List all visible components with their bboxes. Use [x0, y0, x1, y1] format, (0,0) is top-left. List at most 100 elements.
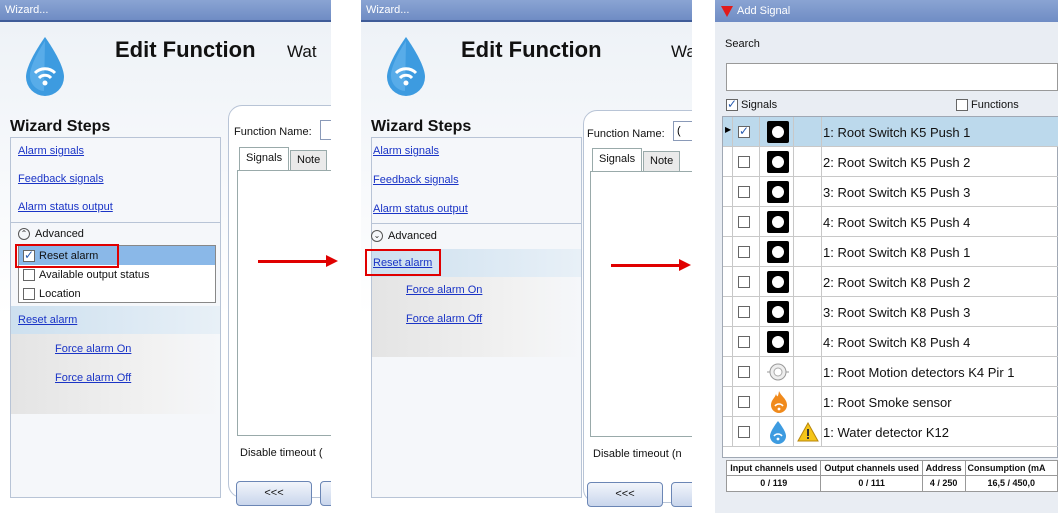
page-title: Edit Function	[461, 37, 602, 62]
window-title: Wizard...	[0, 0, 331, 20]
checkbox[interactable]	[738, 396, 750, 408]
search-input[interactable]	[726, 63, 1058, 91]
water-drop-icon	[26, 37, 64, 96]
tab-signals[interactable]: Signals	[239, 147, 290, 170]
option-location[interactable]: Location	[19, 284, 215, 303]
function-name-input[interactable]	[320, 120, 331, 140]
tab-signals[interactable]: Signals	[592, 148, 643, 171]
tab-notes[interactable]: Note	[643, 151, 681, 171]
checkbox[interactable]	[738, 276, 750, 288]
checkbox[interactable]	[956, 99, 968, 111]
checkbox[interactable]	[738, 216, 750, 228]
back-button[interactable]: <<<	[587, 482, 663, 507]
checkbox[interactable]	[738, 426, 750, 438]
wizard-panel-2: Wizard... Edit Function Wat Wizard Steps…	[361, 0, 692, 513]
signal-row[interactable]: ▶ 1: Root Switch K5 Push 1	[723, 117, 1058, 147]
footer-header: Address	[923, 461, 966, 475]
step-force-alarm-off[interactable]: Force alarm Off	[55, 372, 131, 384]
row-indicator	[723, 327, 733, 356]
checkbox[interactable]	[738, 246, 750, 258]
step-force-alarm-on[interactable]: Force alarm On	[55, 343, 131, 355]
arrow-right-icon	[258, 255, 338, 267]
signal-row[interactable]: 4: Root Switch K5 Push 4	[723, 207, 1058, 237]
dialog-title: Add Signal	[737, 5, 791, 17]
checkbox[interactable]	[738, 306, 750, 318]
footer-header: Output channels used	[821, 461, 923, 475]
signal-row[interactable]: 2: Root Switch K5 Push 2	[723, 147, 1058, 177]
checkbox[interactable]	[23, 268, 35, 281]
advanced-toggle[interactable]: ⌃ Advanced	[18, 228, 84, 240]
advanced-toggle[interactable]: ⌄ Advanced	[371, 230, 437, 242]
signal-name: 1: Water detector K12	[823, 425, 949, 440]
wizard-steps-title: Wizard Steps	[371, 118, 472, 135]
function-type-label: Wat	[287, 42, 317, 61]
signal-row[interactable]: 1: Root Smoke sensor	[723, 387, 1058, 417]
signal-list: ▶ 1: Root Switch K5 Push 1 2: Root Switch …	[722, 116, 1058, 458]
step-feedback-signals[interactable]: Feedback signals	[373, 174, 459, 186]
row-indicator	[723, 357, 733, 386]
wizard-panel-1: Wizard... Edit Function Wat Wizard Steps…	[0, 0, 331, 513]
step-force-alarm-off[interactable]: Force alarm Off	[406, 313, 482, 325]
row-indicator	[723, 387, 733, 416]
row-indicator	[723, 237, 733, 266]
step-alarm-status-output[interactable]: Alarm status output	[373, 203, 468, 215]
filter-functions[interactable]: Functions	[956, 99, 1019, 111]
row-indicator	[723, 267, 733, 296]
function-type-label: Wat	[671, 42, 692, 61]
row-indicator	[723, 147, 733, 176]
signal-name: 2: Root Switch K5 Push 2	[823, 155, 971, 170]
checkbox[interactable]	[738, 186, 750, 198]
signal-name: 1: Root Motion detectors K4 Pir 1	[823, 365, 1015, 380]
signal-name: 1: Root Switch K8 Push 1	[823, 245, 971, 260]
function-name-input[interactable]: (	[673, 121, 692, 141]
filter-signals-label: Signals	[741, 99, 778, 111]
footer-value: 0 / 119	[727, 476, 822, 491]
next-button[interactable]	[320, 481, 331, 506]
row-indicator	[723, 297, 733, 326]
checkbox-checked[interactable]	[738, 124, 750, 138]
chevron-up-icon: ⌃	[18, 228, 30, 240]
filter-functions-label: Functions	[971, 99, 1019, 111]
dialog-logo-icon	[721, 6, 733, 17]
checkbox[interactable]	[738, 156, 750, 168]
footer-value: 0 / 111	[821, 476, 923, 491]
highlight-box	[365, 249, 441, 276]
signal-row[interactable]: 2: Root Switch K8 Push 2	[723, 267, 1058, 297]
water-drop-icon	[387, 37, 425, 96]
footer-value: 16,5 / 450,0	[987, 478, 1036, 488]
checkbox-checked[interactable]	[726, 97, 738, 111]
page-title: Edit Function	[115, 37, 256, 62]
step-reset-alarm[interactable]: Reset alarm	[18, 314, 77, 326]
checkbox[interactable]	[738, 366, 750, 378]
signal-name: 4: Root Switch K8 Push 4	[823, 335, 971, 350]
tab-notes[interactable]: Note	[290, 150, 328, 170]
next-button[interactable]	[671, 482, 692, 507]
signal-name: 2: Root Switch K8 Push 2	[823, 275, 971, 290]
signal-row[interactable]: 1: Root Motion detectors K4 Pir 1	[723, 357, 1058, 387]
advanced-label: Advanced	[388, 230, 437, 242]
row-indicator: ▶	[723, 117, 733, 146]
back-button[interactable]: <<<	[236, 481, 312, 506]
step-force-alarm-on[interactable]: Force alarm On	[406, 284, 482, 296]
advanced-label: Advanced	[35, 228, 84, 240]
signal-name: 3: Root Switch K8 Push 3	[823, 305, 971, 320]
step-alarm-signals[interactable]: Alarm signals	[18, 145, 84, 157]
checkbox[interactable]	[738, 336, 750, 348]
signal-row[interactable]: 3: Root Switch K5 Push 3	[723, 177, 1058, 207]
signal-row[interactable]: 4: Root Switch K8 Push 4	[723, 327, 1058, 357]
footer-header: Consumption (mA	[967, 463, 1046, 473]
signal-row[interactable]: 1: Root Switch K8 Push 1	[723, 237, 1058, 267]
chevron-down-icon: ⌄	[371, 230, 383, 242]
step-feedback-signals[interactable]: Feedback signals	[18, 173, 104, 185]
step-alarm-status-output[interactable]: Alarm status output	[18, 201, 113, 213]
filter-signals[interactable]: Signals	[726, 97, 778, 111]
search-label: Search	[725, 38, 760, 50]
checkbox[interactable]	[23, 287, 35, 300]
step-alarm-signals[interactable]: Alarm signals	[373, 145, 439, 157]
signal-name: 1: Root Switch K5 Push 1	[823, 125, 971, 140]
disable-timeout-label: Disable timeout (	[240, 447, 323, 459]
row-indicator	[723, 417, 733, 446]
signals-list-area	[237, 170, 331, 436]
signal-row[interactable]: 3: Root Switch K8 Push 3	[723, 297, 1058, 327]
signal-row[interactable]: 1: Water detector K12	[723, 417, 1058, 447]
